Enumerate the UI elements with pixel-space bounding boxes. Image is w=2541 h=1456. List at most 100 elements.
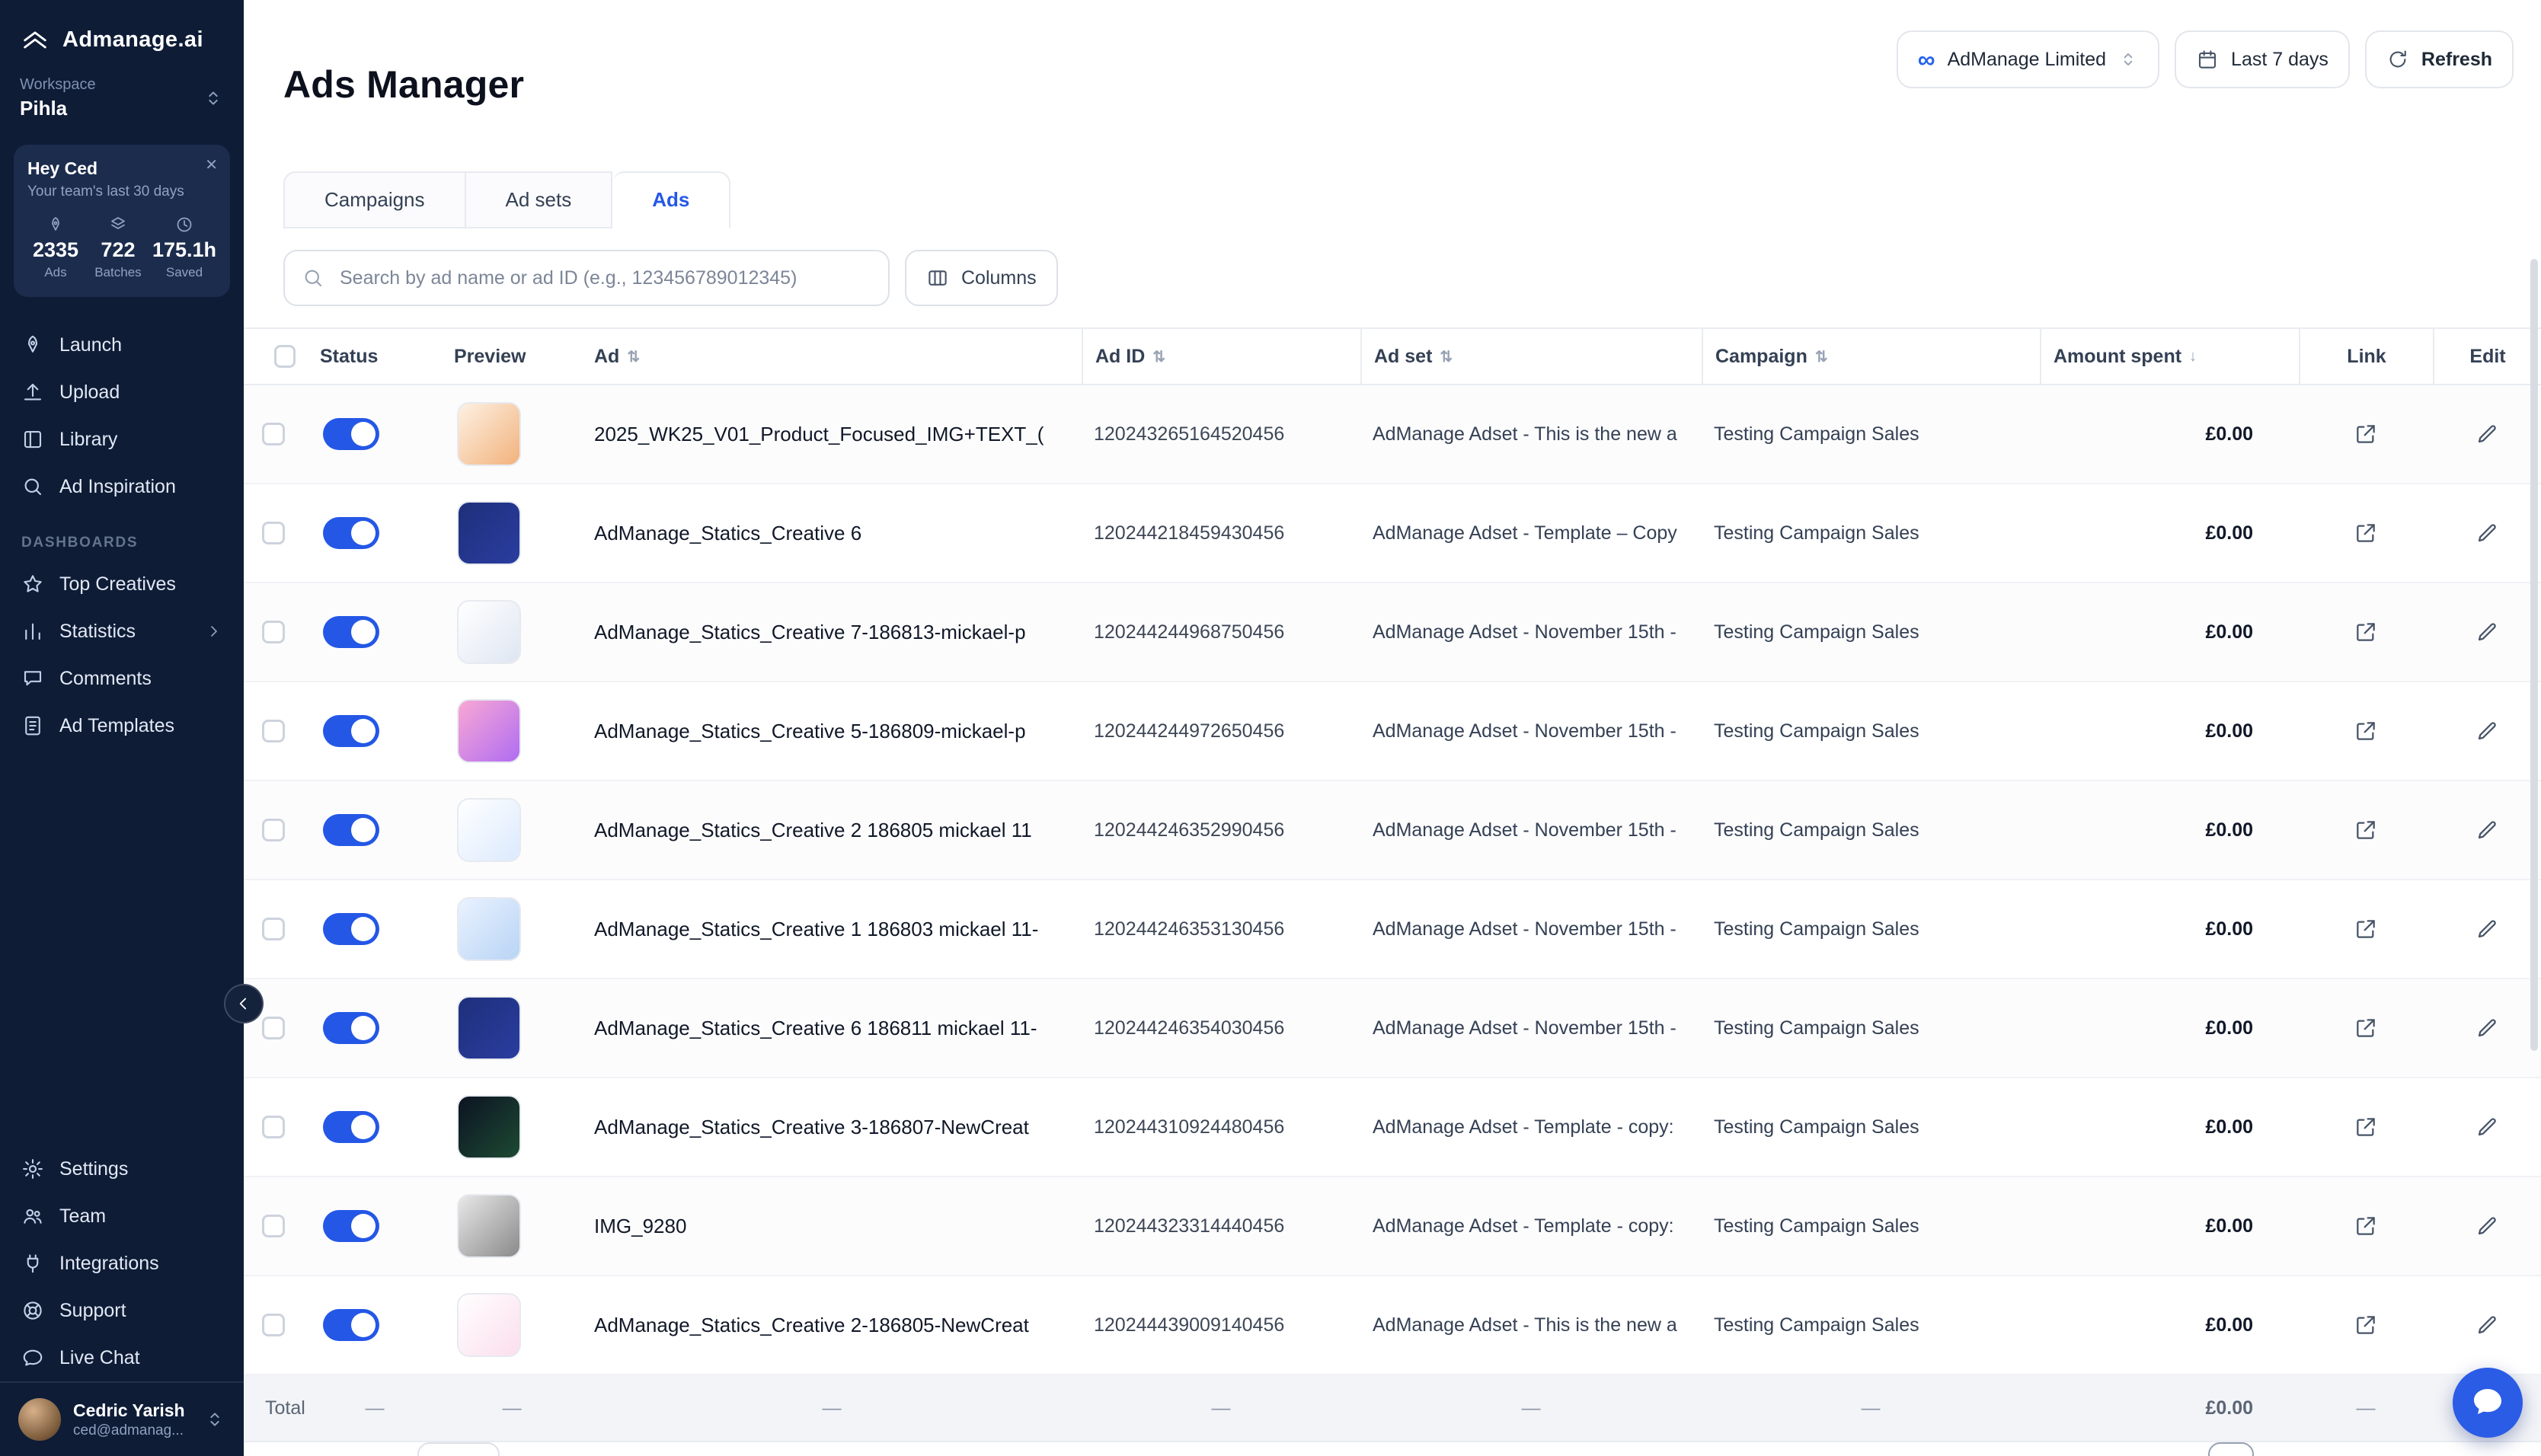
edit-button[interactable] (2433, 521, 2541, 545)
sidebar-item-statistics[interactable]: Statistics (0, 608, 244, 655)
sidebar-item-ad-inspiration[interactable]: Ad Inspiration (0, 463, 244, 510)
account-selector[interactable]: ∞ AdManage Limited (1897, 30, 2159, 88)
column-header-amount-spent[interactable]: Amount spent↓ (2040, 329, 2299, 384)
ad-preview-thumbnail[interactable] (457, 798, 521, 862)
column-header-ad-set[interactable]: Ad set⇅ (1360, 329, 1702, 384)
user-menu[interactable]: Cedric Yarish ced@admanag... (0, 1381, 244, 1456)
edit-button[interactable] (2433, 620, 2541, 644)
ad-name[interactable]: IMG_9280 (582, 1215, 1082, 1238)
row-checkbox[interactable] (262, 1314, 285, 1336)
pagination-page-5[interactable]: 5 (2428, 1442, 2473, 1456)
scrollbar[interactable] (2530, 259, 2538, 1051)
external-link-button[interactable] (2299, 818, 2433, 842)
edit-button[interactable] (2433, 1214, 2541, 1238)
external-link-button[interactable] (2299, 422, 2433, 446)
sidebar-item-ad-templates[interactable]: Ad Templates (0, 702, 244, 749)
tab-campaigns[interactable]: Campaigns (283, 171, 466, 228)
close-icon[interactable]: ✕ (205, 155, 218, 174)
column-header-ad[interactable]: Ad⇅ (582, 329, 1082, 384)
external-link-button[interactable] (2299, 1115, 2433, 1139)
search-input[interactable] (337, 266, 871, 291)
column-header-ad-id[interactable]: Ad ID⇅ (1082, 329, 1360, 384)
status-toggle[interactable] (323, 1111, 379, 1143)
sidebar-item-upload[interactable]: Upload (0, 369, 244, 416)
select-all-checkbox[interactable] (274, 345, 296, 368)
ad-preview-thumbnail[interactable] (457, 699, 521, 763)
ad-preview-thumbnail[interactable] (457, 1095, 521, 1159)
sidebar-item-integrations[interactable]: Integrations (0, 1240, 244, 1287)
row-checkbox[interactable] (262, 1116, 285, 1138)
edit-button[interactable] (2433, 818, 2541, 842)
external-link-button[interactable] (2299, 1214, 2433, 1238)
row-checkbox[interactable] (262, 621, 285, 643)
status-toggle[interactable] (323, 715, 379, 747)
ad-name[interactable]: AdManage_Statics_Creative 5-186809-micka… (582, 720, 1082, 743)
edit-button[interactable] (2433, 719, 2541, 743)
sidebar-item-launch[interactable]: Launch (0, 321, 244, 369)
pagination-page-4[interactable]: 4 (2373, 1442, 2418, 1456)
column-header-campaign[interactable]: Campaign⇅ (1702, 329, 2040, 384)
ad-name[interactable]: AdManage_Statics_Creative 7-186813-micka… (582, 621, 1082, 644)
date-range-selector[interactable]: Last 7 days (2175, 30, 2350, 88)
pagination-page-2[interactable]: 2 (2263, 1442, 2309, 1456)
pagination-prev-button[interactable] (2153, 1442, 2199, 1456)
rows-per-page-select[interactable]: 20 (417, 1442, 500, 1456)
external-link-button[interactable] (2299, 1016, 2433, 1040)
ad-preview-thumbnail[interactable] (457, 600, 521, 664)
status-toggle[interactable] (323, 913, 379, 945)
external-link-button[interactable] (2299, 521, 2433, 545)
ad-preview-thumbnail[interactable] (457, 501, 521, 565)
ad-preview-thumbnail[interactable] (457, 897, 521, 961)
external-link-button[interactable] (2299, 1313, 2433, 1337)
workspace-switcher[interactable]: Workspace Pihla (0, 70, 244, 136)
ad-name[interactable]: AdManage_Statics_Creative 2 186805 micka… (582, 819, 1082, 842)
edit-button[interactable] (2433, 1115, 2541, 1139)
pagination-page-1[interactable]: 1 (2208, 1442, 2254, 1456)
edit-button[interactable] (2433, 1313, 2541, 1337)
ad-name[interactable]: AdManage_Statics_Creative 1 186803 micka… (582, 918, 1082, 941)
ad-preview-thumbnail[interactable] (457, 1194, 521, 1258)
row-checkbox[interactable] (262, 423, 285, 445)
row-checkbox[interactable] (262, 819, 285, 841)
sidebar-item-support[interactable]: Support (0, 1287, 244, 1334)
sidebar-collapse-button[interactable] (224, 984, 264, 1023)
sidebar-item-team[interactable]: Team (0, 1193, 244, 1240)
ad-name[interactable]: AdManage_Statics_Creative 6 (582, 522, 1082, 545)
pagination-page-3[interactable]: 3 (2318, 1442, 2364, 1456)
ad-name[interactable]: 2025_WK25_V01_Product_Focused_IMG+TEXT_( (582, 423, 1082, 446)
status-toggle[interactable] (323, 616, 379, 648)
row-checkbox[interactable] (262, 1215, 285, 1237)
row-checkbox[interactable] (262, 918, 285, 940)
external-link-button[interactable] (2299, 719, 2433, 743)
refresh-button[interactable]: Refresh (2365, 30, 2514, 88)
external-link-button[interactable] (2299, 917, 2433, 941)
ad-name[interactable]: AdManage_Statics_Creative 6 186811 micka… (582, 1017, 1082, 1040)
status-toggle[interactable] (323, 1210, 379, 1242)
status-toggle[interactable] (323, 418, 379, 450)
external-link-button[interactable] (2299, 620, 2433, 644)
ad-name[interactable]: AdManage_Statics_Creative 3-186807-NewCr… (582, 1116, 1082, 1139)
edit-button[interactable] (2433, 422, 2541, 446)
row-checkbox[interactable] (262, 522, 285, 544)
status-toggle[interactable] (323, 517, 379, 549)
row-checkbox[interactable] (262, 720, 285, 742)
logo[interactable]: Admanage.ai (0, 0, 244, 70)
tab-ad-sets[interactable]: Ad sets (466, 171, 613, 228)
sidebar-item-library[interactable]: Library (0, 416, 244, 463)
sidebar-item-top-creatives[interactable]: Top Creatives (0, 560, 244, 608)
status-toggle[interactable] (323, 1012, 379, 1044)
ad-preview-thumbnail[interactable] (457, 996, 521, 1060)
sidebar-item-settings[interactable]: Settings (0, 1145, 244, 1193)
columns-button[interactable]: Columns (905, 250, 1058, 306)
tab-ads[interactable]: Ads (612, 171, 730, 228)
status-toggle[interactable] (323, 814, 379, 846)
ad-name[interactable]: AdManage_Statics_Creative 2-186805-NewCr… (582, 1314, 1082, 1337)
ad-preview-thumbnail[interactable] (457, 402, 521, 466)
edit-button[interactable] (2433, 1016, 2541, 1040)
sidebar-item-live-chat[interactable]: Live Chat (0, 1334, 244, 1381)
live-chat-fab[interactable] (2453, 1368, 2523, 1438)
ad-preview-thumbnail[interactable] (457, 1293, 521, 1357)
sidebar-item-comments[interactable]: Comments (0, 655, 244, 702)
status-toggle[interactable] (323, 1309, 379, 1341)
edit-button[interactable] (2433, 917, 2541, 941)
